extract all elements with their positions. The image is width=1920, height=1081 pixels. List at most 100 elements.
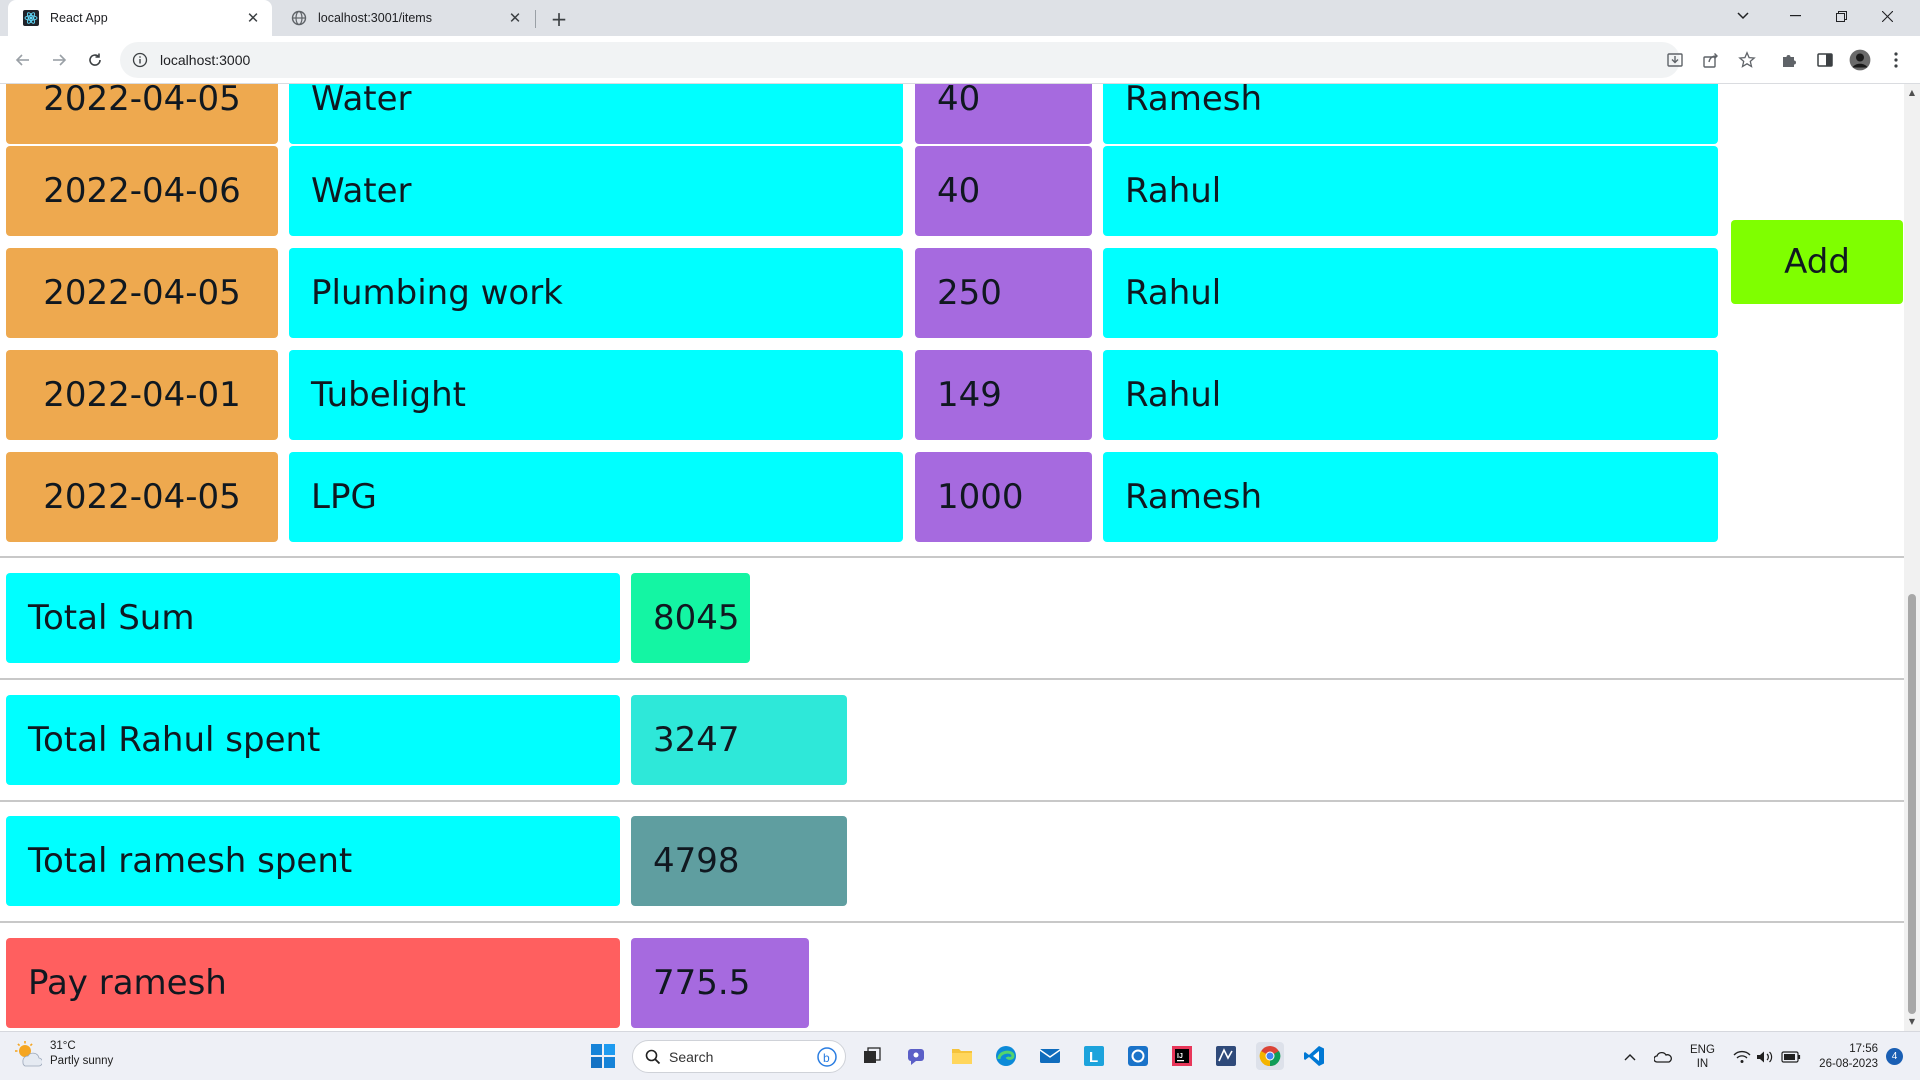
battery-icon[interactable] (1781, 1032, 1801, 1081)
onedrive-cloud-icon[interactable] (1654, 1032, 1672, 1081)
new-tab-icon[interactable]: + (546, 6, 572, 32)
expense-item: Tubelight (289, 350, 903, 440)
weather-description: Partly sunny (50, 1055, 114, 1067)
tab-close-icon[interactable]: ✕ (504, 7, 526, 29)
expense-item: Water (289, 146, 903, 236)
file-explorer-icon[interactable] (948, 1042, 976, 1070)
expense-amount: 149 (915, 350, 1092, 440)
expense-item: Plumbing work (289, 248, 903, 338)
total-sum-label: Total Sum (6, 573, 620, 663)
scroll-up-icon[interactable]: ▲ (1907, 88, 1917, 98)
expense-date: 2022-04-06 (6, 146, 278, 236)
profile-avatar-icon[interactable] (1848, 48, 1872, 72)
task-view-icon[interactable] (858, 1042, 886, 1070)
expense-amount: 40 (915, 84, 1092, 144)
language-indicator[interactable]: ENG IN (1690, 1032, 1715, 1081)
intellij-icon[interactable]: IJ (1168, 1042, 1196, 1070)
expense-date: 2022-04-05 (6, 84, 278, 144)
tab-close-icon[interactable]: ✕ (242, 7, 264, 29)
expense-person: Rahul (1103, 146, 1718, 236)
divider (0, 921, 1904, 923)
expense-amount: 1000 (915, 452, 1092, 542)
language-code: ENG (1690, 1043, 1715, 1056)
rahul-total-value: 3247 (631, 695, 847, 785)
expense-date: 2022-04-05 (6, 452, 278, 542)
expense-date: 2022-04-01 (6, 350, 278, 440)
expense-item: LPG (289, 452, 903, 542)
side-panel-icon[interactable] (1813, 48, 1837, 72)
bookmark-star-icon[interactable] (1735, 48, 1759, 72)
taskbar-search[interactable]: Search b (632, 1040, 846, 1073)
site-info-icon[interactable] (132, 52, 148, 68)
wifi-icon[interactable] (1733, 1032, 1751, 1081)
edge-browser-icon[interactable] (992, 1042, 1020, 1070)
rahul-total-label: Total Rahul spent (6, 695, 620, 785)
vscode-icon[interactable] (1300, 1042, 1328, 1070)
tab-separator (535, 10, 536, 28)
chrome-icon[interactable] (1256, 1042, 1284, 1070)
expense-person: Ramesh (1103, 84, 1718, 144)
vertical-scrollbar[interactable]: ▲ ▼ (1904, 84, 1920, 1031)
minimize-icon[interactable] (1772, 0, 1818, 32)
url-text: localhost:3000 (160, 52, 251, 68)
clock-time: 17:56 (1849, 1042, 1878, 1055)
expense-person: Ramesh (1103, 452, 1718, 542)
scrollbar-thumb[interactable] (1908, 594, 1916, 1014)
weather-widget[interactable]: 31°C Partly sunny (14, 1039, 113, 1069)
divider (0, 556, 1904, 558)
teams-chat-icon[interactable] (903, 1042, 931, 1070)
sql-server-icon[interactable] (1212, 1042, 1240, 1070)
pay-label: Pay ramesh (6, 938, 620, 1028)
show-hidden-icons-icon[interactable] (1624, 1032, 1636, 1081)
tab-title: React App (50, 11, 108, 25)
expense-person: Rahul (1103, 350, 1718, 440)
share-icon[interactable] (1699, 48, 1723, 72)
weather-temperature: 31°C (50, 1040, 76, 1052)
search-placeholder: Search (669, 1048, 714, 1065)
notification-badge: 4 (1886, 1048, 1903, 1065)
add-button[interactable]: Add (1731, 220, 1903, 304)
volume-icon[interactable] (1756, 1032, 1774, 1081)
install-app-icon[interactable] (1663, 48, 1687, 72)
total-sum-value: 8045 (631, 573, 750, 663)
region-code: IN (1696, 1057, 1709, 1070)
globe-icon (290, 9, 308, 27)
tab-strip: React App ✕ localhost:3001/items ✕ + (0, 0, 1920, 36)
expense-item: Water (289, 84, 903, 144)
page-viewport: 2022-04-05 Water 40 Ramesh 2022-04-06 Wa… (0, 84, 1904, 1031)
svg-text:b: b (823, 1051, 830, 1065)
expense-person: Rahul (1103, 248, 1718, 338)
browser-menu-icon[interactable] (1884, 48, 1908, 72)
extensions-puzzle-icon[interactable] (1777, 48, 1801, 72)
forward-arrow-icon[interactable] (47, 48, 71, 72)
restore-icon[interactable] (1818, 0, 1864, 32)
expense-amount: 250 (915, 248, 1092, 338)
clock[interactable]: 17:56 26-08-2023 (1812, 1032, 1878, 1081)
clock-date: 26-08-2023 (1819, 1057, 1878, 1070)
address-bar[interactable]: localhost:3000 (120, 42, 1680, 78)
back-arrow-icon[interactable] (11, 48, 35, 72)
notification-center[interactable]: 4 (1886, 1032, 1903, 1081)
reload-icon[interactable] (83, 48, 107, 72)
close-window-icon[interactable] (1864, 0, 1910, 32)
divider (0, 800, 1904, 802)
bing-icon: b (817, 1046, 837, 1067)
pay-value: 775.5 (631, 938, 809, 1028)
svg-text:IJ: IJ (1177, 1053, 1183, 1060)
taskbar: 31°C Partly sunny Search b L IJ ENG IN 1… (0, 1031, 1920, 1080)
divider (0, 678, 1904, 680)
mail-icon[interactable] (1036, 1042, 1064, 1070)
expense-amount: 40 (915, 146, 1092, 236)
scroll-down-icon[interactable]: ▼ (1907, 1017, 1917, 1027)
tab-title: localhost:3001/items (318, 11, 432, 25)
tab-search-icon[interactable] (1720, 0, 1766, 32)
cortana-app-icon[interactable] (1124, 1042, 1152, 1070)
react-icon (22, 9, 40, 27)
svg-text:L: L (1089, 1049, 1098, 1066)
app-l-icon[interactable]: L (1080, 1042, 1108, 1070)
windows-start-icon[interactable] (591, 1044, 615, 1068)
search-icon (645, 1049, 661, 1064)
tab-localhost-items[interactable]: localhost:3001/items ✕ (276, 0, 534, 36)
ramesh-total-label: Total ramesh spent (6, 816, 620, 906)
tab-react-app[interactable]: React App ✕ (8, 0, 272, 36)
